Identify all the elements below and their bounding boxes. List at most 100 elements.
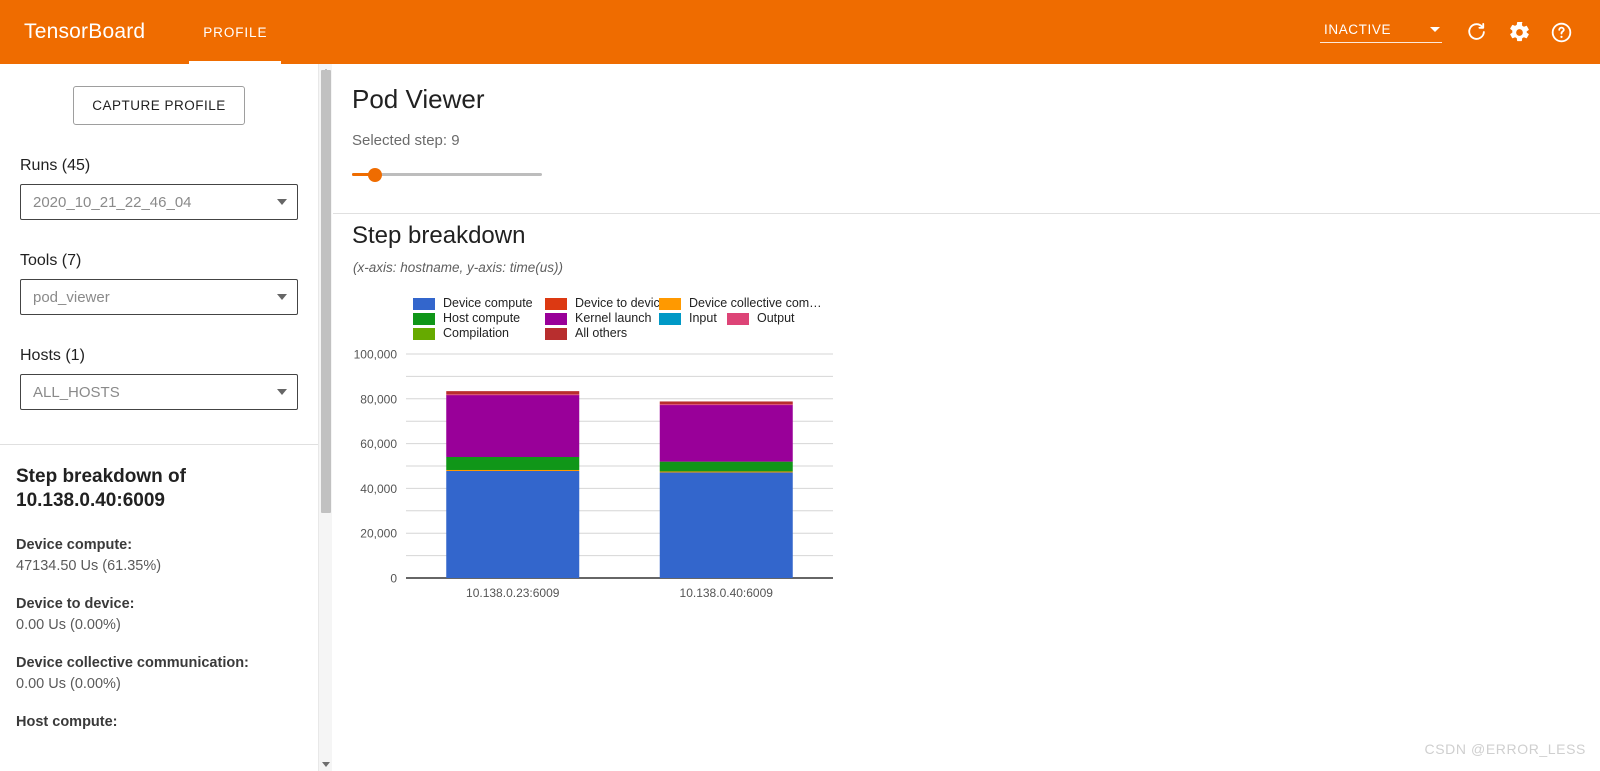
y-axis-tick-label: 0 (390, 572, 397, 586)
legend-swatch (545, 327, 567, 340)
bar-segment[interactable] (446, 391, 580, 395)
chart-legend: Device compute Device to device Device col… (413, 296, 843, 341)
detail-key: Device to device: (16, 595, 135, 612)
legend-item-all-others[interactable]: All others (545, 326, 659, 341)
x-axis-tick-label: 10.138.0.40:6009 (680, 586, 774, 600)
tools-field: Tools (7) pod_viewer (0, 252, 318, 315)
legend-swatch (545, 297, 567, 310)
x-axis-tick-label: 10.138.0.23:6009 (466, 586, 560, 600)
detail-value: 0.00 Us (0.00%) (16, 616, 121, 633)
y-axis-tick-label: 100,000 (354, 348, 398, 362)
bar-group[interactable] (446, 391, 580, 578)
chevron-down-icon (1430, 26, 1440, 32)
legend-item-output[interactable]: Output (727, 311, 817, 326)
legend-item-device-to-device[interactable]: Device to device (545, 296, 667, 311)
main-content: Pod Viewer Selected step: 9 Step breakdo… (333, 64, 1600, 771)
topbar-actions: INACTIVE (1320, 13, 1580, 51)
detail-key: Host compute: (16, 713, 118, 730)
bar-group[interactable] (659, 401, 793, 578)
run-status-label: INACTIVE (1324, 21, 1392, 37)
y-axis-tick-label: 60,000 (360, 437, 397, 451)
legend-item-host-compute[interactable]: Host compute (413, 311, 545, 326)
hosts-label: Hosts (1) (20, 347, 85, 364)
watermark: CSDN @ERROR_LESS (1424, 741, 1586, 757)
legend-item-input[interactable]: Input (659, 311, 727, 326)
detail-key: Device compute: (16, 536, 133, 553)
bar-segment[interactable] (446, 470, 580, 578)
legend-swatch (413, 327, 435, 340)
refresh-button[interactable] (1458, 13, 1496, 51)
bar-segment[interactable] (446, 456, 580, 470)
capture-profile-area: CAPTURE PROFILE (0, 64, 318, 125)
legend-row: Host compute Kernel launch Input Output (413, 311, 843, 326)
legend-swatch (413, 297, 435, 310)
legend-label: Input (689, 311, 717, 326)
bar-segment[interactable] (446, 394, 580, 396)
y-axis-tick-label: 80,000 (360, 392, 397, 406)
section-divider (333, 213, 1600, 214)
detail-row: Device compute: 47134.50 Us (61.35%) (16, 535, 300, 577)
scrollbar-thumb[interactable] (321, 70, 331, 513)
legend-item-device-compute[interactable]: Device compute (413, 296, 545, 311)
capture-profile-button[interactable]: CAPTURE PROFILE (73, 86, 245, 125)
help-icon (1551, 22, 1571, 42)
legend-row: Device compute Device to device Device col… (413, 296, 843, 311)
runs-select[interactable]: 2020_10_21_22_46_04 (20, 184, 298, 220)
legend-label: All others (575, 326, 628, 341)
step-breakdown-detail: Step breakdown of 10.138.0.40:6009 Devic… (0, 445, 318, 733)
legend-item-compilation[interactable]: Compilation (413, 326, 545, 341)
sidebar: CAPTURE PROFILE Runs (45) 2020_10_21_22_… (0, 64, 318, 771)
legend-item-kernel-launch[interactable]: Kernel launch (545, 311, 659, 326)
help-button[interactable] (1542, 13, 1580, 51)
bar-segment[interactable] (659, 401, 793, 405)
top-app-bar: TensorBoard PROFILE INACTIVE (0, 0, 1600, 64)
settings-button[interactable] (1500, 13, 1538, 51)
legend-swatch (413, 312, 435, 325)
bar-segment[interactable] (446, 469, 580, 471)
legend-label: Host compute (443, 311, 521, 326)
refresh-icon (1468, 23, 1485, 40)
detail-row: Device to device: 0.00 Us (0.00%) (16, 594, 300, 636)
legend-row: Compilation All others (413, 326, 843, 341)
bar-segment[interactable] (659, 472, 793, 578)
bar-segment[interactable] (659, 404, 793, 462)
tab-profile[interactable]: PROFILE (189, 0, 282, 64)
legend-swatch (659, 297, 681, 310)
bar-segment[interactable] (659, 404, 793, 406)
detail-value: 0.00 Us (0.00%) (16, 675, 121, 692)
sidebar-scrollbar[interactable] (318, 64, 332, 771)
detail-row: Device collective communication: 0.00 Us… (16, 653, 300, 695)
hosts-select[interactable]: ALL_HOSTS (20, 374, 298, 410)
step-slider[interactable] (352, 165, 542, 185)
legend-label: Device compute (443, 296, 533, 311)
tools-select[interactable]: pod_viewer (20, 279, 298, 315)
bar-segment[interactable] (659, 471, 793, 473)
legend-label: Device collective com… (689, 296, 822, 311)
stacked-bar-chart: 0 20,000 40,000 60,000 80,000 100,000 10.138.0… (354, 348, 833, 600)
legend-label: Compilation (443, 326, 510, 341)
tab-profile-label: PROFILE (203, 24, 268, 40)
detail-row: Host compute: (16, 712, 300, 733)
gear-icon (1509, 21, 1529, 41)
step-breakdown-chart: Device compute Device to device Device col… (353, 296, 853, 666)
page-title: Pod Viewer (352, 84, 485, 114)
nav-tabs: PROFILE (189, 0, 282, 64)
bar-segment[interactable] (446, 394, 580, 457)
brand-title: TensorBoard (24, 20, 146, 43)
chevron-down-icon (277, 389, 287, 395)
chart-plot[interactable]: 0 20,000 40,000 60,000 80,000 100,000 10.138.0… (353, 348, 853, 648)
tools-label: Tools (7) (20, 252, 82, 269)
run-status-dropdown[interactable]: INACTIVE (1320, 22, 1442, 43)
legend-item-device-collective-com[interactable]: Device collective com… (659, 296, 822, 311)
legend-swatch (545, 312, 567, 325)
chart-title: Step breakdown (352, 222, 526, 249)
bar-segment[interactable] (659, 461, 793, 472)
scroll-down-arrow-icon[interactable] (319, 757, 333, 771)
hosts-value: ALL_HOSTS (33, 383, 120, 401)
legend-swatch (659, 312, 681, 325)
legend-label: Output (757, 311, 795, 326)
hosts-field: Hosts (1) ALL_HOSTS (0, 347, 318, 410)
legend-label: Device to device (575, 296, 667, 311)
slider-thumb[interactable] (368, 168, 382, 182)
y-axis-tick-label: 20,000 (360, 527, 397, 541)
